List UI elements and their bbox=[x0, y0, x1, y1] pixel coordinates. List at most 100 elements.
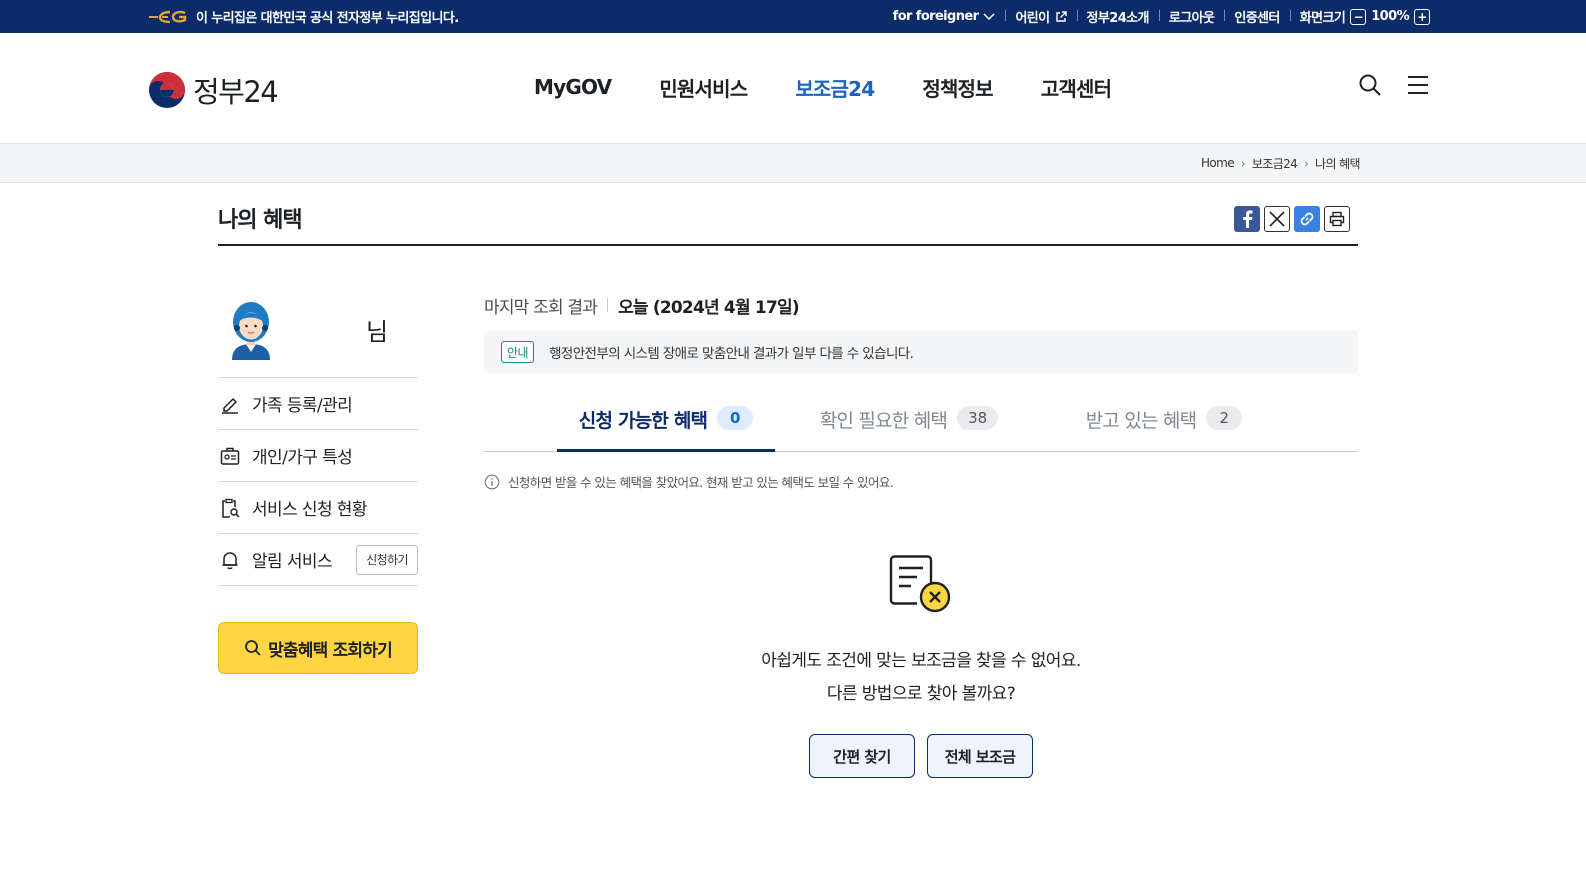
tab-count: 2 bbox=[1206, 406, 1243, 430]
tab-available-benefits[interactable]: 신청 가능한 혜택 0 bbox=[557, 404, 775, 452]
notice-badge: 안내 bbox=[501, 341, 535, 363]
tab-count: 38 bbox=[957, 406, 999, 430]
empty-message-line1: 아쉽게도 조건에 맞는 보조금을 찾을 수 없어요. bbox=[761, 651, 1081, 671]
id-card-icon bbox=[220, 447, 240, 465]
system-notice: 안내 행정안전부의 시스템 장애로 맞춤안내 결과가 일부 다를 수 있습니다. bbox=[484, 330, 1358, 374]
main-content: 마지막 조회 결과 오늘 (2024년 4월 17일) 안내 행정안전부의 시스… bbox=[484, 290, 1358, 778]
nav-subsidy24[interactable]: 보조금24 bbox=[771, 73, 898, 102]
for-foreigner-link[interactable]: for foreigner bbox=[883, 9, 1006, 24]
sidebar-item-family[interactable]: 가족 등록/관리 bbox=[218, 378, 418, 430]
link-icon bbox=[1300, 212, 1314, 226]
all-subsidies-button[interactable]: 전체 보조금 bbox=[927, 734, 1033, 778]
kids-label: 어린이 bbox=[1015, 11, 1050, 26]
tab-check-required-benefits[interactable]: 확인 필요한 혜택 38 bbox=[802, 404, 1016, 452]
nav-civil-service[interactable]: 민원서비스 bbox=[635, 73, 771, 102]
info-message: 신청하면 받을 수 있는 혜택을 찾았어요. 현재 받고 있는 혜택도 보일 수… bbox=[484, 472, 1358, 491]
utility-links: for foreigner 어린이 정부24소개 로그아웃 인증센터 화면크기 … bbox=[883, 0, 1430, 33]
logo-text: 정부24 bbox=[193, 75, 279, 109]
main-navigation: MyGOV 민원서비스 보조금24 정책정보 고객센터 bbox=[510, 67, 1135, 107]
sidebar: 님 가족 등록/관리 개인/가구 특성 서비스 신청 현황 알림 서비스 신청하… bbox=[218, 300, 418, 674]
about-gov24-label: 정부24소개 bbox=[1086, 11, 1150, 26]
external-link-icon bbox=[1055, 10, 1067, 22]
notification-apply-button[interactable]: 신청하기 bbox=[356, 544, 418, 575]
zoom-in-button[interactable]: + bbox=[1414, 8, 1430, 25]
auth-center-label: 인증센터 bbox=[1234, 11, 1280, 26]
about-gov24-link[interactable]: 정부24소개 bbox=[1076, 7, 1159, 26]
sidebar-item-label: 알림 서비스 bbox=[252, 552, 333, 572]
zoom-label: 화면크기 bbox=[1299, 11, 1346, 26]
facebook-share-button[interactable] bbox=[1234, 206, 1260, 232]
sidebar-item-application-status[interactable]: 서비스 신청 현황 bbox=[218, 482, 418, 534]
chevron-down-icon bbox=[983, 12, 995, 20]
breadcrumb-bar: Home › 보조금24 › 나의 혜택 bbox=[0, 143, 1586, 183]
quick-search-button[interactable]: 간편 찾기 bbox=[809, 734, 915, 778]
auth-center-link[interactable]: 인증센터 bbox=[1224, 7, 1289, 26]
sidebar-item-label: 가족 등록/관리 bbox=[252, 396, 353, 416]
gov-notice: 이 누리집은 대한민국 공식 전자정부 누리집입니다. bbox=[148, 0, 459, 33]
gov-symbol-icon bbox=[149, 10, 187, 23]
avatar bbox=[232, 302, 270, 360]
notice-text: 행정안전부의 시스템 장애로 맞춤안내 결과가 일부 다를 수 있습니다. bbox=[549, 346, 914, 362]
chevron-right-icon: › bbox=[1304, 156, 1309, 170]
custom-benefit-search-button[interactable]: 맞춤혜택 조회하기 bbox=[218, 622, 418, 674]
tab-label: 받고 있는 혜택 bbox=[1085, 410, 1197, 432]
kids-link[interactable]: 어린이 bbox=[1005, 7, 1076, 26]
last-lookup-label: 마지막 조회 결과 bbox=[484, 297, 598, 318]
bell-icon bbox=[222, 551, 238, 569]
chevron-right-icon: › bbox=[1241, 156, 1245, 170]
breadcrumb-subsidy24[interactable]: 보조금24 bbox=[1252, 155, 1298, 172]
zoom-control: 화면크기 − 100% + bbox=[1289, 7, 1430, 26]
info-text: 신청하면 받을 수 있는 혜택을 찾았어요. 현재 받고 있는 혜택도 보일 수… bbox=[508, 475, 894, 490]
gov-notice-text: 이 누리집은 대한민국 공식 전자정부 누리집입니다. bbox=[196, 11, 459, 26]
last-lookup: 마지막 조회 결과 오늘 (2024년 4월 17일) bbox=[484, 290, 1358, 320]
site-header: 정부24 MyGOV 민원서비스 보조금24 정책정보 고객센터 bbox=[0, 33, 1586, 143]
tab-receiving-benefits[interactable]: 받고 있는 혜택 2 bbox=[1064, 404, 1264, 452]
for-foreigner-label: for foreigner bbox=[892, 9, 979, 24]
x-share-button[interactable] bbox=[1264, 206, 1290, 232]
nav-customer-center[interactable]: 고객센터 bbox=[1017, 73, 1135, 102]
sidebar-item-label: 서비스 신청 현황 bbox=[252, 500, 367, 520]
sidebar-item-household[interactable]: 개인/가구 특성 bbox=[218, 430, 418, 482]
clipboard-search-icon bbox=[222, 498, 240, 518]
benefit-tabs: 신청 가능한 혜택 0 확인 필요한 혜택 38 받고 있는 혜택 2 bbox=[484, 404, 1358, 452]
hamburger-menu-icon[interactable] bbox=[1406, 73, 1430, 97]
document-error-icon bbox=[889, 555, 951, 613]
sidebar-item-label: 개인/가구 특성 bbox=[252, 448, 353, 468]
user-name-suffix: 님 bbox=[366, 318, 389, 346]
empty-actions: 간편 찾기 전체 보조금 bbox=[484, 734, 1358, 778]
nav-policy-info[interactable]: 정책정보 bbox=[898, 73, 1016, 102]
print-button[interactable] bbox=[1324, 206, 1350, 232]
share-tools bbox=[1234, 206, 1350, 232]
logout-link[interactable]: 로그아웃 bbox=[1158, 7, 1224, 26]
custom-benefit-search-label: 맞춤혜택 조회하기 bbox=[268, 640, 393, 661]
copy-link-button[interactable] bbox=[1294, 206, 1320, 232]
pencil-icon bbox=[222, 397, 238, 414]
print-icon bbox=[1329, 211, 1345, 227]
empty-message-line2: 다른 방법으로 찾아 볼까요? bbox=[826, 684, 1016, 704]
page-title: 나의 혜택 bbox=[218, 208, 303, 233]
divider bbox=[607, 298, 609, 312]
gov-notice-bar: 이 누리집은 대한민국 공식 전자정부 누리집입니다. for foreigne… bbox=[0, 0, 1586, 33]
last-lookup-date: 오늘 (2024년 4월 17일) bbox=[618, 297, 800, 318]
search-icon[interactable] bbox=[1358, 73, 1382, 97]
tab-label: 확인 필요한 혜택 bbox=[819, 410, 948, 432]
zoom-value: 100% bbox=[1371, 9, 1409, 24]
page-header: 나의 혜택 bbox=[218, 200, 1358, 246]
search-icon bbox=[245, 640, 261, 656]
gov24-logo[interactable]: 정부24 bbox=[148, 69, 279, 111]
zoom-out-button[interactable]: − bbox=[1350, 8, 1367, 25]
sidebar-item-notification[interactable]: 알림 서비스 신청하기 bbox=[218, 534, 418, 586]
tab-label: 신청 가능한 혜택 bbox=[578, 410, 708, 432]
nav-mygov[interactable]: MyGOV bbox=[510, 75, 635, 99]
logout-label: 로그아웃 bbox=[1168, 11, 1215, 26]
breadcrumb: Home › 보조금24 › 나의 혜택 bbox=[1201, 144, 1361, 182]
x-icon bbox=[1269, 211, 1285, 227]
breadcrumb-current: 나의 혜택 bbox=[1315, 156, 1361, 171]
tab-count: 0 bbox=[717, 406, 754, 430]
info-icon bbox=[484, 474, 500, 489]
taegeuk-logo-icon bbox=[149, 72, 185, 108]
breadcrumb-home[interactable]: Home bbox=[1201, 156, 1235, 170]
empty-result: 아쉽게도 조건에 맞는 보조금을 찾을 수 없어요. 다른 방법으로 찾아 볼까… bbox=[484, 554, 1358, 778]
user-profile: 님 bbox=[218, 300, 418, 378]
facebook-icon bbox=[1243, 210, 1253, 228]
